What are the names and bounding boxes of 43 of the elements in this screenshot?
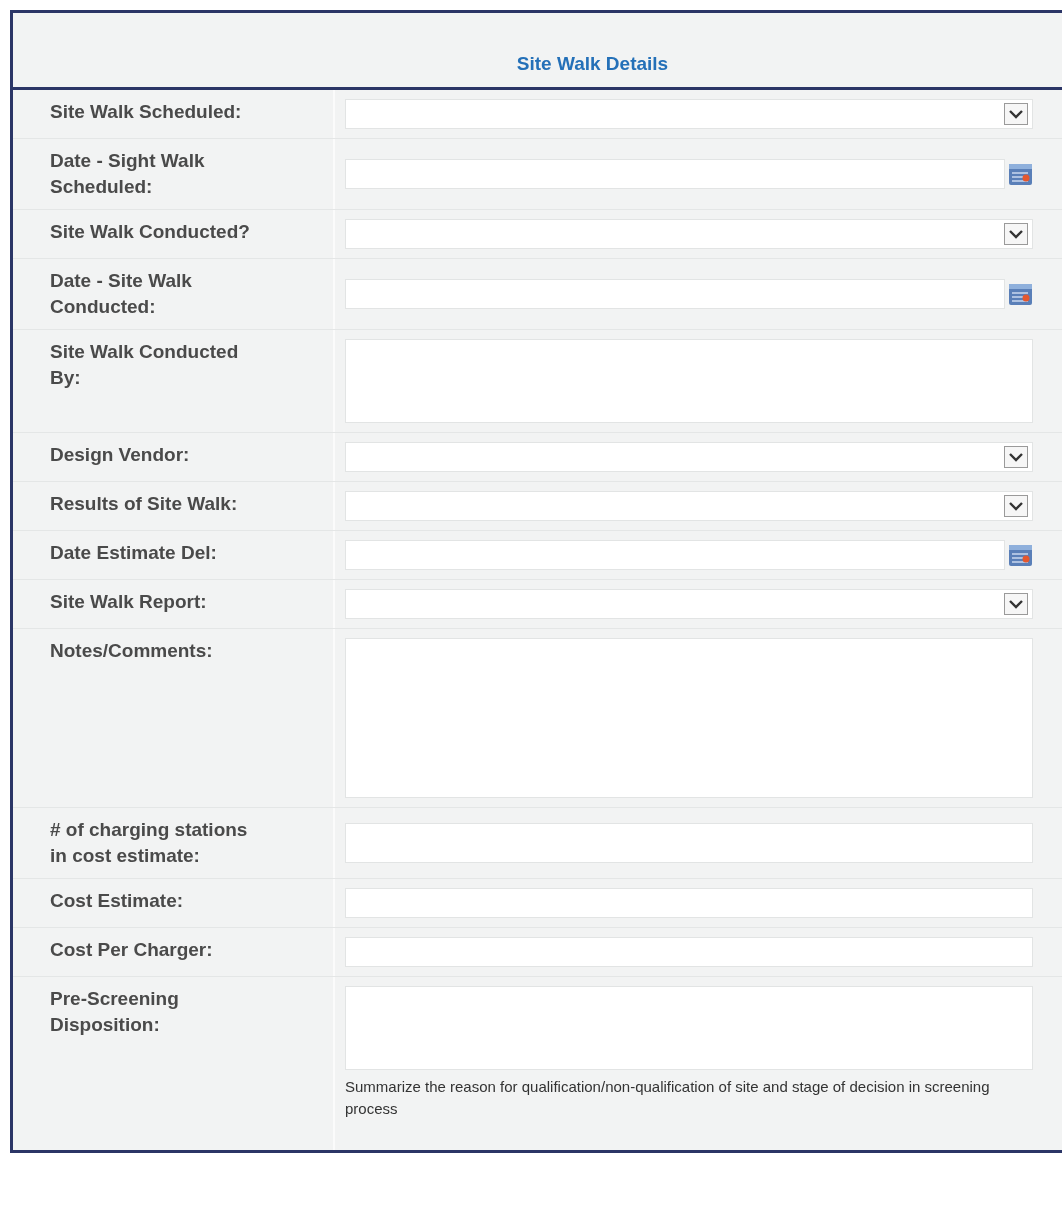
field-label: Date - Site Walk Conducted: <box>50 270 192 317</box>
field-label: Pre-Screening Disposition: <box>50 988 179 1035</box>
text-field[interactable] <box>345 937 1033 967</box>
text-area[interactable] <box>345 638 1033 798</box>
help-text: Summarize the reason for qualification/non-qualification of site and stage of decision in screening process <box>345 1077 991 1119</box>
chevron-down-icon <box>1009 599 1023 609</box>
field-label: Site Walk Conducted By: <box>50 341 239 388</box>
field-label: Design Vendor: <box>50 444 190 465</box>
chevron-down-icon <box>1009 229 1023 239</box>
dropdown-field[interactable] <box>345 442 1033 472</box>
text-field[interactable] <box>345 888 1033 918</box>
field-label: Site Walk Report: <box>50 591 207 612</box>
field-label: Date Estimate Del: <box>50 542 217 563</box>
text-area[interactable] <box>345 986 1033 1070</box>
dropdown-field[interactable] <box>345 589 1033 619</box>
field-label: Cost Estimate: <box>50 890 184 911</box>
dropdown-field[interactable] <box>345 99 1033 129</box>
field-label: Site Walk Conducted? <box>50 221 250 242</box>
field-label: Notes/Comments: <box>50 640 213 661</box>
field-label: # of charging stations in cost estimate: <box>50 819 248 866</box>
section-title: Site Walk Details <box>516 53 669 75</box>
dropdown-field[interactable] <box>345 219 1033 249</box>
date-field[interactable] <box>345 159 1005 189</box>
date-field[interactable] <box>345 279 1005 309</box>
dropdown-field[interactable] <box>345 491 1033 521</box>
date-field[interactable] <box>345 540 1005 570</box>
calendar-icon[interactable] <box>1008 161 1033 187</box>
dropdown-button[interactable] <box>1004 495 1028 517</box>
field-label: Results of Site Walk: <box>50 493 238 514</box>
chevron-down-icon <box>1009 501 1023 511</box>
calendar-icon[interactable] <box>1008 542 1033 568</box>
dropdown-button[interactable] <box>1004 223 1028 245</box>
text-field[interactable] <box>345 823 1033 863</box>
field-label: Site Walk Scheduled: <box>50 101 242 122</box>
dropdown-button[interactable] <box>1004 103 1028 125</box>
dropdown-button[interactable] <box>1004 593 1028 615</box>
chevron-down-icon <box>1009 109 1023 119</box>
dropdown-button[interactable] <box>1004 446 1028 468</box>
chevron-down-icon <box>1009 452 1023 462</box>
field-label: Cost Per Charger: <box>50 939 213 960</box>
calendar-icon[interactable] <box>1008 281 1033 307</box>
field-label: Date - Sight Walk Scheduled: <box>50 150 205 197</box>
text-area[interactable] <box>345 339 1033 423</box>
